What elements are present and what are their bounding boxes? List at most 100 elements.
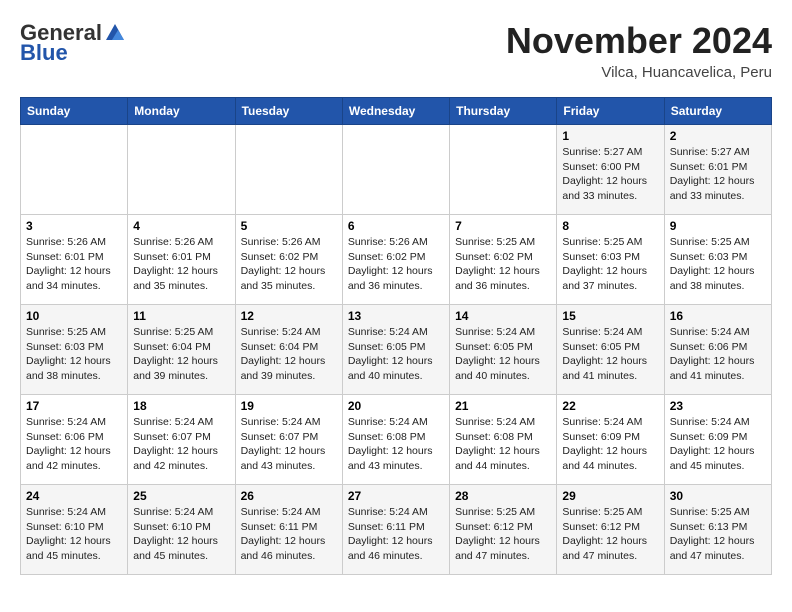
calendar-day-cell (235, 125, 342, 215)
day-number: 26 (241, 489, 337, 503)
day-info: Sunrise: 5:24 AM Sunset: 6:04 PM Dayligh… (241, 325, 337, 384)
calendar-day-cell: 16Sunrise: 5:24 AM Sunset: 6:06 PM Dayli… (664, 305, 771, 395)
calendar-day-cell: 28 Sunrise: 5:25 AM Sunset: 6:12 PM Dayli… (450, 485, 557, 575)
day-number: 1 (562, 129, 658, 143)
calendar-day-cell: 26 Sunrise: 5:24 AM Sunset: 6:11 PM Dayli… (235, 485, 342, 575)
calendar-day-cell (128, 125, 235, 215)
calendar-day-cell: 15 Sunrise: 5:24 AM Sunset: 6:05 PM Dayli… (557, 305, 664, 395)
day-number: 3 (26, 219, 122, 233)
calendar-header-row: SundayMondayTuesdayWednesdayThursdayFrid… (21, 98, 772, 125)
calendar-day-cell (450, 125, 557, 215)
calendar-day-cell: 24 Sunrise: 5:24 AM Sunset: 6:10 PM Dayli… (21, 485, 128, 575)
day-info: Sunrise: 5:25 AM Sunset: 6:03 PM Dayligh… (562, 235, 658, 294)
day-info: Sunrise: 5:24 AM Sunset: 6:07 PM Dayligh… (241, 415, 337, 474)
calendar-day-cell: 19 Sunrise: 5:24 AM Sunset: 6:07 PM Dayli… (235, 395, 342, 485)
calendar-day-cell: 4 Sunrise: 5:26 AM Sunset: 6:01 PM Daylig… (128, 215, 235, 305)
day-info: Sunrise: 5:24 AM Sunset: 6:09 PM Dayligh… (670, 415, 766, 474)
calendar-day-cell: 9 Sunrise: 5:25 AM Sunset: 6:03 PM Daylig… (664, 215, 771, 305)
day-info: Sunrise: 5:25 AM Sunset: 6:13 PM Dayligh… (670, 505, 766, 564)
logo: General Blue (20, 20, 126, 66)
calendar-day-cell: 13 Sunrise: 5:24 AM Sunset: 6:05 PM Dayli… (342, 305, 449, 395)
logo-icon (104, 22, 126, 44)
day-number: 30 (670, 489, 766, 503)
day-number: 15 (562, 309, 658, 323)
day-number: 4 (133, 219, 229, 233)
calendar-week-row: 10Sunrise: 5:25 AM Sunset: 6:03 PM Dayli… (21, 305, 772, 395)
day-number: 7 (455, 219, 551, 233)
calendar-day-cell: 11 Sunrise: 5:25 AM Sunset: 6:04 PM Dayli… (128, 305, 235, 395)
day-info: Sunrise: 5:24 AM Sunset: 6:08 PM Dayligh… (348, 415, 444, 474)
day-number: 21 (455, 399, 551, 413)
day-info: Sunrise: 5:26 AM Sunset: 6:01 PM Dayligh… (133, 235, 229, 294)
day-number: 11 (133, 309, 229, 323)
day-number: 22 (562, 399, 658, 413)
month-title: November 2024 (506, 20, 772, 62)
day-number: 23 (670, 399, 766, 413)
calendar-day-cell: 22 Sunrise: 5:24 AM Sunset: 6:09 PM Dayli… (557, 395, 664, 485)
calendar-day-cell: 2 Sunrise: 5:27 AM Sunset: 6:01 PM Daylig… (664, 125, 771, 215)
calendar-day-cell: 29 Sunrise: 5:25 AM Sunset: 6:12 PM Dayli… (557, 485, 664, 575)
day-info: Sunrise: 5:24 AM Sunset: 6:05 PM Dayligh… (348, 325, 444, 384)
weekday-header: Saturday (664, 98, 771, 125)
page-header: General Blue November 2024 Vilca, Huanca… (20, 20, 772, 81)
day-info: Sunrise: 5:25 AM Sunset: 6:12 PM Dayligh… (562, 505, 658, 564)
weekday-header: Wednesday (342, 98, 449, 125)
day-number: 20 (348, 399, 444, 413)
day-info: Sunrise: 5:24 AM Sunset: 6:06 PM Dayligh… (26, 415, 122, 474)
title-block: November 2024 Vilca, Huancavelica, Peru (506, 20, 772, 81)
day-number: 28 (455, 489, 551, 503)
calendar-day-cell: 12Sunrise: 5:24 AM Sunset: 6:04 PM Dayli… (235, 305, 342, 395)
calendar-day-cell: 10Sunrise: 5:25 AM Sunset: 6:03 PM Dayli… (21, 305, 128, 395)
day-info: Sunrise: 5:24 AM Sunset: 6:11 PM Dayligh… (241, 505, 337, 564)
location: Vilca, Huancavelica, Peru (506, 64, 772, 81)
calendar-day-cell (342, 125, 449, 215)
day-info: Sunrise: 5:25 AM Sunset: 6:12 PM Dayligh… (455, 505, 551, 564)
calendar-week-row: 1Sunrise: 5:27 AM Sunset: 6:00 PM Daylig… (21, 125, 772, 215)
calendar-day-cell: 8 Sunrise: 5:25 AM Sunset: 6:03 PM Daylig… (557, 215, 664, 305)
day-info: Sunrise: 5:24 AM Sunset: 6:10 PM Dayligh… (26, 505, 122, 564)
day-number: 5 (241, 219, 337, 233)
day-info: Sunrise: 5:25 AM Sunset: 6:02 PM Dayligh… (455, 235, 551, 294)
day-number: 29 (562, 489, 658, 503)
day-number: 10 (26, 309, 122, 323)
day-info: Sunrise: 5:27 AM Sunset: 6:01 PM Dayligh… (670, 145, 766, 204)
weekday-header: Thursday (450, 98, 557, 125)
day-number: 9 (670, 219, 766, 233)
calendar-day-cell: 18 Sunrise: 5:24 AM Sunset: 6:07 PM Dayli… (128, 395, 235, 485)
calendar-week-row: 24 Sunrise: 5:24 AM Sunset: 6:10 PM Dayli… (21, 485, 772, 575)
day-info: Sunrise: 5:25 AM Sunset: 6:04 PM Dayligh… (133, 325, 229, 384)
calendar-day-cell: 21Sunrise: 5:24 AM Sunset: 6:08 PM Dayli… (450, 395, 557, 485)
day-number: 6 (348, 219, 444, 233)
day-number: 2 (670, 129, 766, 143)
calendar-day-cell: 17Sunrise: 5:24 AM Sunset: 6:06 PM Dayli… (21, 395, 128, 485)
day-info: Sunrise: 5:24 AM Sunset: 6:10 PM Dayligh… (133, 505, 229, 564)
day-info: Sunrise: 5:24 AM Sunset: 6:07 PM Dayligh… (133, 415, 229, 474)
calendar-day-cell: 1Sunrise: 5:27 AM Sunset: 6:00 PM Daylig… (557, 125, 664, 215)
day-number: 27 (348, 489, 444, 503)
calendar-week-row: 3 Sunrise: 5:26 AM Sunset: 6:01 PM Daylig… (21, 215, 772, 305)
calendar-day-cell: 30 Sunrise: 5:25 AM Sunset: 6:13 PM Dayli… (664, 485, 771, 575)
day-number: 14 (455, 309, 551, 323)
logo-blue: Blue (20, 40, 68, 66)
calendar-table: SundayMondayTuesdayWednesdayThursdayFrid… (20, 97, 772, 575)
calendar-day-cell: 6Sunrise: 5:26 AM Sunset: 6:02 PM Daylig… (342, 215, 449, 305)
day-number: 13 (348, 309, 444, 323)
day-info: Sunrise: 5:24 AM Sunset: 6:09 PM Dayligh… (562, 415, 658, 474)
calendar-week-row: 17Sunrise: 5:24 AM Sunset: 6:06 PM Dayli… (21, 395, 772, 485)
day-number: 19 (241, 399, 337, 413)
day-number: 25 (133, 489, 229, 503)
calendar-day-cell: 7 Sunrise: 5:25 AM Sunset: 6:02 PM Daylig… (450, 215, 557, 305)
calendar-day-cell: 20 Sunrise: 5:24 AM Sunset: 6:08 PM Dayli… (342, 395, 449, 485)
day-number: 18 (133, 399, 229, 413)
weekday-header: Friday (557, 98, 664, 125)
day-number: 24 (26, 489, 122, 503)
day-number: 8 (562, 219, 658, 233)
day-info: Sunrise: 5:26 AM Sunset: 6:01 PM Dayligh… (26, 235, 122, 294)
day-info: Sunrise: 5:24 AM Sunset: 6:05 PM Dayligh… (562, 325, 658, 384)
weekday-header: Sunday (21, 98, 128, 125)
calendar-day-cell: 25 Sunrise: 5:24 AM Sunset: 6:10 PM Dayli… (128, 485, 235, 575)
calendar-day-cell: 3 Sunrise: 5:26 AM Sunset: 6:01 PM Daylig… (21, 215, 128, 305)
day-info: Sunrise: 5:25 AM Sunset: 6:03 PM Dayligh… (670, 235, 766, 294)
day-info: Sunrise: 5:26 AM Sunset: 6:02 PM Dayligh… (241, 235, 337, 294)
weekday-header: Monday (128, 98, 235, 125)
